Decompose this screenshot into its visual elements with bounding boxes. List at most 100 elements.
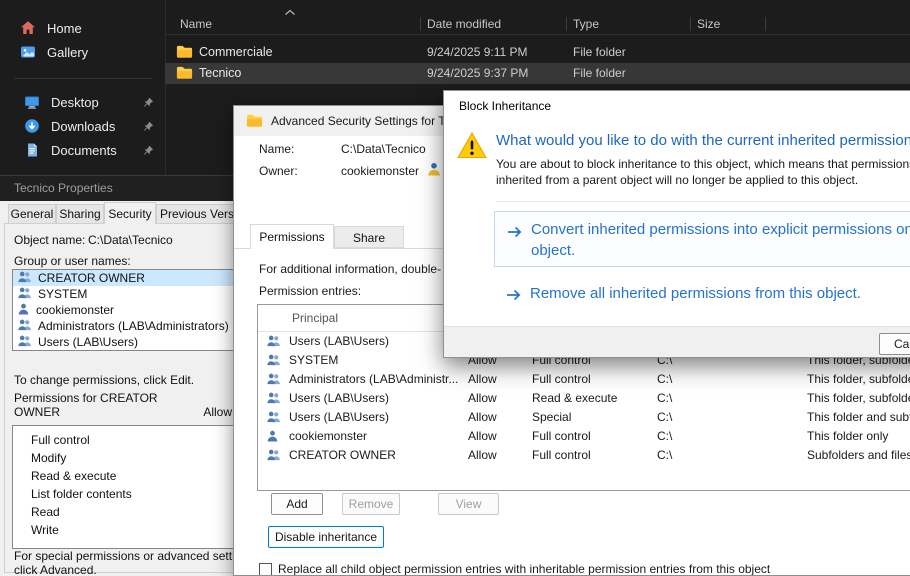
group-list-label: Group or user names:: [14, 254, 131, 268]
file-name: Tecnico: [199, 63, 241, 84]
block-dialog-titlebar: Block Inheritance: [444, 91, 910, 121]
properties-dialog: Tecnico Properties General Sharing Secur…: [0, 175, 247, 576]
entry-access: Read & execute: [532, 389, 617, 408]
permission-entry-row[interactable]: cookiemonster Allow Full control C:\ Thi…: [258, 427, 910, 446]
group-icon: [17, 335, 32, 350]
permission-item[interactable]: Full control: [13, 431, 238, 449]
owner-value: cookiemonster: [341, 164, 419, 178]
sidebar-item-documents[interactable]: Documents: [6, 138, 162, 162]
entry-principal: Users (LAB\Users): [289, 389, 465, 408]
group-list-item[interactable]: cookiemonster: [13, 302, 238, 318]
permission-item[interactable]: List folder contents: [13, 485, 238, 503]
group-icon: [266, 411, 281, 423]
file-name: Commerciale: [199, 42, 273, 63]
entry-inherited-from: C:\: [657, 408, 672, 427]
entry-principal: Administrators (LAB\Administr...: [289, 370, 465, 389]
group-label: CREATOR OWNER: [38, 271, 145, 285]
column-header-name[interactable]: Name: [180, 14, 212, 34]
entry-type: Allow: [468, 389, 497, 408]
additional-info-text: For additional information, double-: [259, 262, 441, 276]
permission-entry-row[interactable]: Users (LAB\Users) Allow Special C:\ This…: [258, 408, 910, 427]
entry-access: Full control: [532, 446, 591, 465]
file-row-tecnico-selected[interactable]: Tecnico 9/24/2025 9:37 PM File folder: [165, 63, 910, 84]
entry-applies-to: This folder and subfo: [807, 408, 910, 427]
group-list-item-selected[interactable]: CREATOR OWNER: [13, 270, 238, 286]
tab-general[interactable]: General: [8, 204, 56, 223]
entry-access: Full control: [532, 427, 591, 446]
gallery-icon: [20, 44, 36, 60]
pin-icon: [143, 97, 154, 108]
sidebar-item-gallery[interactable]: Gallery: [6, 40, 162, 64]
entry-type: Allow: [468, 370, 497, 389]
permission-entry-row[interactable]: Administrators (LAB\Administr... Allow F…: [258, 370, 910, 389]
group-label: Administrators (LAB\Administrators): [38, 319, 229, 333]
allow-column-label: Allow: [190, 405, 232, 419]
column-header-size[interactable]: Size: [697, 14, 720, 34]
entry-type: Allow: [468, 446, 497, 465]
column-separator[interactable]: [566, 17, 567, 31]
remove-permissions-command-link[interactable]: Remove all inherited permissions from th…: [494, 281, 910, 307]
permission-item[interactable]: Read & execute: [13, 467, 238, 485]
convert-permissions-command-link[interactable]: Convert inherited permissions into expli…: [494, 211, 910, 267]
column-header-type[interactable]: Type: [573, 14, 599, 34]
file-row-commerciale[interactable]: Commerciale 9/24/2025 9:11 PM File folde…: [165, 42, 910, 63]
column-separator[interactable]: [420, 17, 421, 31]
folder-icon: [176, 45, 193, 59]
convert-permissions-label: Convert inherited permissions into expli…: [531, 219, 910, 261]
entry-type: Allow: [468, 408, 497, 427]
entry-inherited-from: C:\: [657, 427, 672, 446]
folder-icon: [176, 66, 193, 80]
tab-security[interactable]: Security: [104, 202, 156, 224]
permission-entry-row[interactable]: CREATOR OWNER Allow Full control C:\ Sub…: [258, 446, 910, 465]
entry-applies-to: This folder, subfolde: [807, 370, 910, 389]
permission-entry-row[interactable]: Users (LAB\Users) Allow Read & execute C…: [258, 389, 910, 408]
column-separator[interactable]: [690, 17, 691, 31]
view-button[interactable]: View: [438, 493, 499, 515]
arrow-right-icon: [506, 288, 522, 305]
sidebar-item-label: Home: [47, 21, 82, 36]
column-header-date-modified[interactable]: Date modified: [427, 14, 501, 34]
remove-button[interactable]: Remove: [342, 493, 400, 515]
downloads-icon: [24, 118, 40, 134]
edit-note: To change permissions, click Edit.: [14, 373, 194, 387]
group-list-item[interactable]: Users (LAB\Users): [13, 334, 238, 350]
group-label: SYSTEM: [38, 287, 87, 301]
entry-applies-to: Subfolders and files o: [807, 446, 910, 465]
sidebar-item-home[interactable]: Home: [6, 16, 162, 40]
entry-principal: CREATOR OWNER: [289, 446, 465, 465]
replace-permissions-checkbox[interactable]: [259, 563, 272, 576]
cancel-button[interactable]: Cancel: [879, 333, 910, 355]
group-icon: [17, 271, 32, 286]
tab-permissions[interactable]: Permissions: [250, 224, 334, 249]
group-icon: [266, 373, 281, 385]
group-icon: [266, 392, 281, 404]
block-dialog-heading: What would you like to do with the curre…: [496, 132, 910, 149]
entry-inherited-from: C:\: [657, 446, 672, 465]
group-label: Users (LAB\Users): [38, 335, 138, 349]
entry-inherited-from: C:\: [657, 389, 672, 408]
object-name-label: Object name:: [14, 233, 85, 247]
folder-icon: [246, 114, 263, 128]
object-name-value: C:\Data\Tecnico: [88, 233, 173, 247]
block-dialog-body-line2: inherited from a parent object will no l…: [496, 173, 858, 187]
group-icon: [17, 319, 32, 334]
replace-permissions-checkbox-label: Replace all child object permission entr…: [278, 562, 770, 576]
add-button[interactable]: Add: [271, 493, 323, 515]
permissions-listbox: Full control Modify Read & execute List …: [12, 425, 239, 549]
tab-sharing[interactable]: Sharing: [56, 204, 104, 223]
tab-share[interactable]: Share: [334, 226, 404, 248]
permission-item[interactable]: Modify: [13, 449, 238, 467]
permission-item[interactable]: Read: [13, 503, 238, 521]
column-separator[interactable]: [765, 17, 766, 31]
owner-user-icon: [427, 162, 441, 179]
permission-item[interactable]: Write: [13, 521, 238, 539]
sidebar-item-desktop[interactable]: Desktop: [6, 90, 162, 114]
group-list-item[interactable]: Administrators (LAB\Administrators): [13, 318, 238, 334]
entry-principal: Users (LAB\Users): [289, 408, 465, 427]
sidebar-item-label: Gallery: [47, 45, 88, 60]
entry-access: Full control: [532, 370, 591, 389]
group-list-item[interactable]: SYSTEM: [13, 286, 238, 302]
sidebar-item-label: Downloads: [51, 119, 115, 134]
disable-inheritance-button[interactable]: Disable inheritance: [268, 526, 384, 548]
sidebar-item-downloads[interactable]: Downloads: [6, 114, 162, 138]
